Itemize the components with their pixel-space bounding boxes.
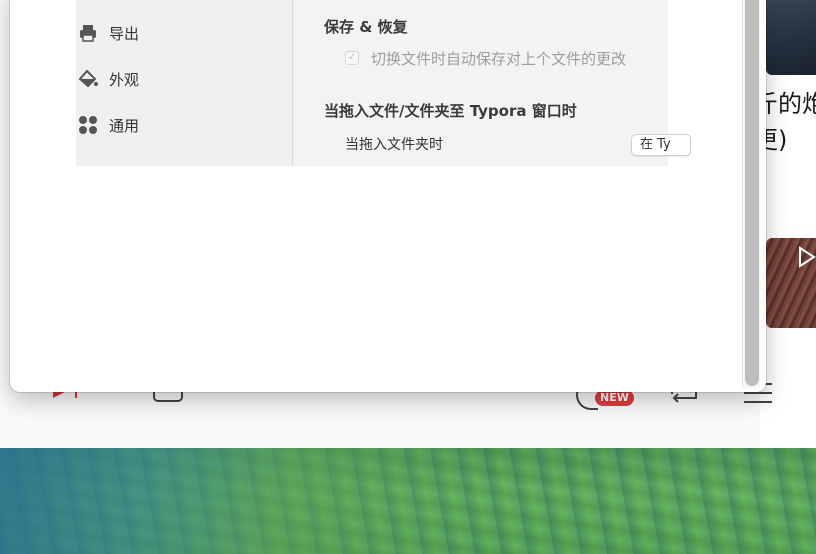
sidebar-item-label: 导出 [109, 24, 140, 43]
preferences-content: 保存 & 恢复 ✓ 切换文件时自动保存对上个文件的更改 当拖入文件/文件夹至 T… [293, 0, 691, 166]
play-icon[interactable] [798, 246, 816, 274]
folder-drop-label: 当拖入文件夹时 [345, 137, 443, 153]
desktop-wallpaper [0, 448, 816, 554]
menu-line [744, 392, 772, 394]
grid-dots-icon [78, 115, 98, 135]
sidebar-item-export[interactable]: 导出 [76, 18, 276, 48]
sidebar-item-general[interactable]: 通用 [76, 110, 276, 140]
folder-drop-select[interactable]: 在 Ty [631, 134, 691, 156]
sidebar-item-label: 通用 [109, 116, 140, 135]
preferences-window: 导出 外观 通用 保存 & 恢复 ✓ 切换文件时自动保存对上个文件的更改 当拖入… [10, 0, 766, 392]
new-badge: NEW [595, 390, 634, 406]
sidebar-item-appearance[interactable]: 外观 [76, 64, 276, 94]
preferences-panel: 导出 外观 通用 保存 & 恢复 ✓ 切换文件时自动保存对上个文件的更改 当拖入… [76, 0, 691, 166]
autosave-checkbox[interactable]: ✓ [345, 51, 359, 65]
album-thumbnail[interactable] [766, 0, 816, 75]
sidebar-item-label: 外观 [109, 70, 140, 89]
paint-bucket-icon [78, 69, 98, 89]
menu-line [744, 401, 772, 403]
scrollbar-thumb[interactable] [745, 0, 759, 386]
printer-icon [78, 23, 98, 43]
preferences-sidebar: 导出 外观 通用 [76, 0, 293, 166]
autosave-checkbox-label: 切换文件时自动保存对上个文件的更改 [371, 49, 627, 68]
drag-drop-title: 当拖入文件/文件夹至 Typora 窗口时 [324, 102, 577, 120]
autosave-option[interactable]: ✓ 切换文件时自动保存对上个文件的更改 [345, 48, 626, 68]
save-restore-title: 保存 & 恢复 [324, 18, 408, 36]
